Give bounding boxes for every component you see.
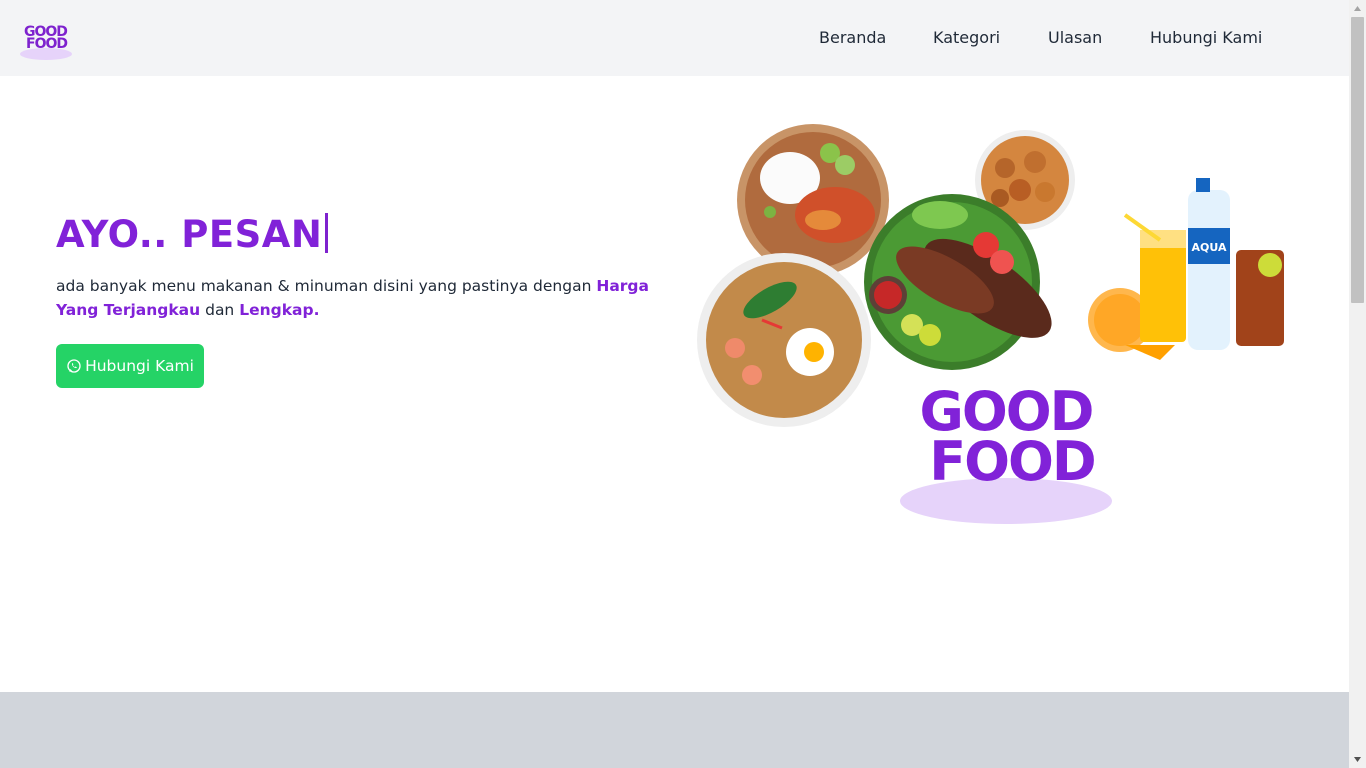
nav-link-beranda[interactable]: Beranda [819,28,886,47]
whatsapp-icon [67,359,81,373]
vertical-scrollbar[interactable] [1349,0,1366,768]
aqua-bottle-label: AQUA [1192,241,1227,254]
contact-us-button[interactable]: Hubungi Kami [56,344,204,388]
nav-link-ulasan[interactable]: Ulasan [1048,28,1102,47]
contact-us-button-label: Hubungi Kami [85,357,194,375]
hero-desc-highlight-complete: Lengkap. [239,301,320,319]
hero-desc-part2: dan [200,301,240,319]
rice-dish-image [737,124,889,276]
scroll-up-arrow-icon[interactable] [1349,0,1366,17]
nav-link-kategori[interactable]: Kategori [933,28,1000,47]
hero-title: AYO.. PESAN [56,213,329,256]
scrollbar-thumb[interactable] [1351,17,1364,303]
scroll-down-arrow-icon[interactable] [1349,751,1366,768]
hero-food-illustration: AQUA GOOD FOOD [697,124,1284,524]
hero-desc-part1: ada banyak menu makanan & minuman disini… [56,277,597,295]
page: GOOD FOOD Beranda Kategori Ulasan Hubung… [0,0,1366,768]
brand-logo[interactable]: GOOD FOOD [20,22,72,60]
next-section [0,692,1349,768]
typing-caret [325,213,329,253]
nav-link-hubungi-kami[interactable]: Hubungi Kami [1150,28,1262,47]
logo-text-line2: FOOD [26,36,68,52]
hero-description: ada banyak menu makanan & minuman disini… [56,274,656,322]
illustration-logo-line2: FOOD [929,430,1095,493]
hero-title-text: AYO.. PESAN [56,213,323,256]
drinks-image: AQUA [1088,178,1284,360]
fried-rice-image [697,253,871,427]
navbar: GOOD FOOD Beranda Kategori Ulasan Hubung… [0,0,1349,76]
illustration-logo: GOOD FOOD [900,380,1112,524]
